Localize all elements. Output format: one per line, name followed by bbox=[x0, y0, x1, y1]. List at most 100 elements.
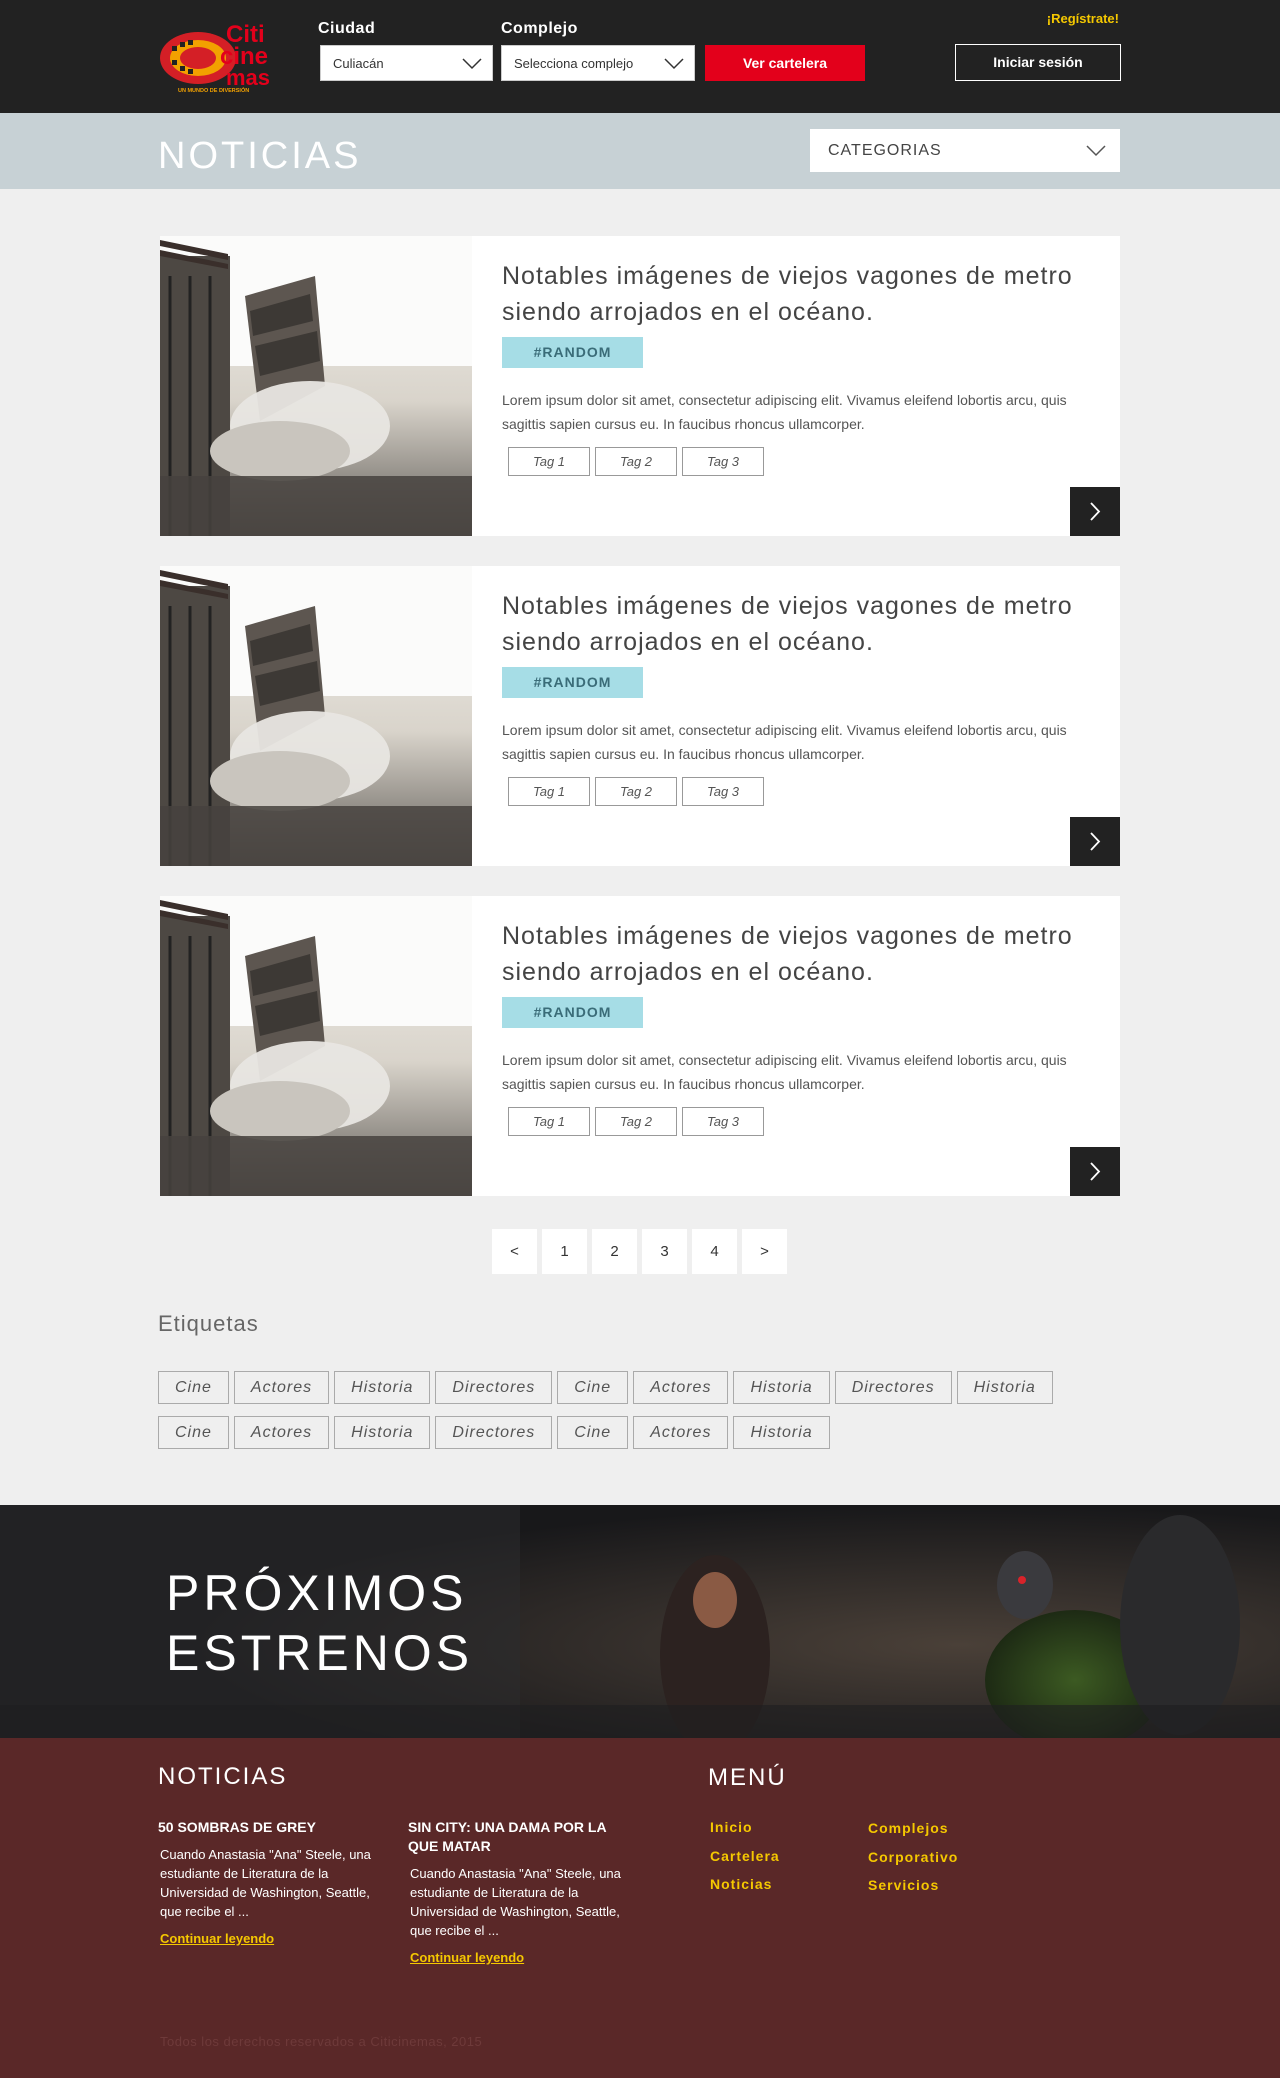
footer-menu-link-noticias[interactable]: Noticias bbox=[710, 1876, 780, 1905]
article-excerpt: Lorem ipsum dolor sit amet, consectetur … bbox=[502, 1052, 1067, 1092]
article-category-badge[interactable]: #RANDOM bbox=[502, 667, 643, 698]
tag-chip[interactable]: Cine bbox=[158, 1371, 229, 1404]
city-select-value: Culiacán bbox=[333, 56, 384, 71]
article-tag[interactable]: Tag 1 bbox=[508, 447, 590, 476]
footer-menu-col1: Inicio Cartelera Noticias bbox=[710, 1819, 780, 1905]
footer-news-title: NOTICIAS bbox=[158, 1763, 288, 1790]
tag-chip[interactable]: Historia bbox=[334, 1371, 431, 1404]
page-1-button[interactable]: 1 bbox=[542, 1229, 587, 1274]
complex-label: Complejo bbox=[501, 20, 578, 37]
article-tag[interactable]: Tag 1 bbox=[508, 777, 590, 806]
footer-news-item-excerpt: Cuando Anastasia "Ana" Steele, una estud… bbox=[160, 1847, 371, 1919]
news-article-card[interactable]: Notables imágenes de viejos vagones de m… bbox=[160, 236, 1120, 536]
login-button[interactable]: Iniciar sesión bbox=[955, 44, 1121, 81]
complex-select-value: Selecciona complejo bbox=[514, 56, 634, 71]
footer-news-item-excerpt: Cuando Anastasia "Ana" Steele, una estud… bbox=[410, 1866, 621, 1938]
categories-label: CATEGORIAS bbox=[828, 142, 942, 159]
tag-chip[interactable]: Cine bbox=[158, 1416, 229, 1449]
upcoming-title: PRÓXIMOS ESTRENOS bbox=[166, 1563, 473, 1683]
footer-menu-col2: Complejos Corporativo Servicios bbox=[868, 1820, 958, 1906]
footer-menu-link-corporativo[interactable]: Corporativo bbox=[868, 1849, 958, 1878]
article-excerpt: Lorem ipsum dolor sit amet, consectetur … bbox=[502, 722, 1067, 762]
article-tag[interactable]: Tag 2 bbox=[595, 1107, 677, 1136]
footer-news-item-title: SIN CITY: UNA DAMA POR LA QUE MATAR bbox=[408, 1819, 607, 1854]
tag-chip[interactable]: Actores bbox=[233, 1416, 330, 1449]
news-title-bar: NOTICIAS CATEGORIAS bbox=[0, 113, 1280, 189]
logo-mas: mas bbox=[226, 65, 270, 90]
page-title: NOTICIAS bbox=[158, 135, 362, 177]
page-prev-button[interactable]: < bbox=[492, 1229, 537, 1274]
page-next-button[interactable]: > bbox=[742, 1229, 787, 1274]
news-article-card[interactable]: Notables imágenes de viejos vagones de m… bbox=[160, 896, 1120, 1196]
show-listings-button[interactable]: Ver cartelera bbox=[705, 45, 865, 81]
logo-tagline: UN MUNDO DE DIVERSIÓN bbox=[178, 86, 249, 94]
footer-menu-link-inicio[interactable]: Inicio bbox=[710, 1819, 780, 1848]
tag-chip[interactable]: Historia bbox=[733, 1416, 830, 1449]
article-excerpt: Lorem ipsum dolor sit amet, consectetur … bbox=[502, 392, 1067, 432]
upcoming-releases-banner[interactable]: PRÓXIMOS ESTRENOS bbox=[0, 1505, 1280, 1738]
footer-news-item-title: 50 SOMBRAS DE GREY bbox=[158, 1819, 316, 1835]
article-tags: Tag 1 Tag 2 Tag 3 bbox=[508, 777, 769, 806]
article-title[interactable]: Notables imágenes de viejos vagones de m… bbox=[502, 258, 1082, 330]
chevron-down-icon bbox=[462, 58, 482, 70]
citicinemas-logo[interactable]: Citi cine mas UN MUNDO DE DIVERSIÓN bbox=[158, 16, 290, 94]
article-image[interactable] bbox=[160, 236, 472, 536]
continue-reading-link[interactable]: Continuar leyendo bbox=[408, 1950, 524, 1965]
article-tag[interactable]: Tag 3 bbox=[682, 777, 764, 806]
pagination: <1 2 3 4 > bbox=[492, 1229, 792, 1274]
article-tags: Tag 1 Tag 2 Tag 3 bbox=[508, 1107, 769, 1136]
tag-chip[interactable]: Historia bbox=[733, 1371, 830, 1404]
tag-chip[interactable]: Directores bbox=[435, 1371, 553, 1404]
article-category-badge[interactable]: #RANDOM bbox=[502, 337, 643, 368]
register-link[interactable]: ¡Regístrate! bbox=[1047, 11, 1119, 26]
article-tag[interactable]: Tag 3 bbox=[682, 1107, 764, 1136]
footer-menu-link-servicios[interactable]: Servicios bbox=[868, 1877, 958, 1906]
categories-dropdown[interactable]: CATEGORIAS bbox=[810, 129, 1120, 172]
page-4-button[interactable]: 4 bbox=[692, 1229, 737, 1274]
footer-menu-title: MENÚ bbox=[708, 1764, 787, 1791]
footer-news-item: 50 SOMBRAS DE GREY Cuando Anastasia "Ana… bbox=[158, 1818, 388, 1948]
tag-chip[interactable]: Directores bbox=[435, 1416, 553, 1449]
article-image[interactable] bbox=[160, 896, 472, 1196]
copyright-text: Todos los derechos reservados a Citicine… bbox=[160, 2034, 483, 2049]
tags-section-title: Etiquetas bbox=[158, 1311, 259, 1336]
tag-chip[interactable]: Actores bbox=[633, 1371, 729, 1404]
footer-menu-link-cartelera[interactable]: Cartelera bbox=[710, 1848, 780, 1877]
footer-news-item: SIN CITY: UNA DAMA POR LA QUE MATAR Cuan… bbox=[408, 1818, 638, 1967]
tag-chip[interactable]: Actores bbox=[633, 1416, 729, 1449]
read-more-button[interactable] bbox=[1070, 1147, 1120, 1196]
chevron-right-icon bbox=[1090, 502, 1101, 521]
continue-reading-link[interactable]: Continuar leyendo bbox=[158, 1931, 274, 1946]
article-category-badge[interactable]: #RANDOM bbox=[502, 997, 643, 1028]
upcoming-title-line1: PRÓXIMOS bbox=[166, 1565, 468, 1621]
tag-chip[interactable]: Directores bbox=[834, 1371, 952, 1404]
read-more-button[interactable] bbox=[1070, 817, 1120, 866]
tag-chip[interactable]: Cine bbox=[557, 1416, 629, 1449]
news-article-card[interactable]: Notables imágenes de viejos vagones de m… bbox=[160, 566, 1120, 866]
article-tag[interactable]: Tag 1 bbox=[508, 1107, 590, 1136]
chevron-right-icon bbox=[1090, 1162, 1101, 1181]
article-title[interactable]: Notables imágenes de viejos vagones de m… bbox=[502, 918, 1082, 990]
chevron-right-icon bbox=[1090, 832, 1101, 851]
tag-chip[interactable]: Historia bbox=[956, 1371, 1053, 1404]
page-2-button[interactable]: 2 bbox=[592, 1229, 637, 1274]
article-title[interactable]: Notables imágenes de viejos vagones de m… bbox=[502, 588, 1082, 660]
chevron-down-icon bbox=[1086, 145, 1106, 157]
tag-chip[interactable]: Cine bbox=[557, 1371, 629, 1404]
page-3-button[interactable]: 3 bbox=[642, 1229, 687, 1274]
tag-chip[interactable]: Historia bbox=[334, 1416, 431, 1449]
site-footer: NOTICIAS 50 SOMBRAS DE GREY Cuando Anast… bbox=[0, 1738, 1280, 2078]
footer-menu-link-complejos[interactable]: Complejos bbox=[868, 1820, 958, 1849]
site-header: Citi cine mas UN MUNDO DE DIVERSIÓN Ciud… bbox=[0, 0, 1280, 113]
city-select[interactable]: Culiacán bbox=[320, 45, 493, 81]
read-more-button[interactable] bbox=[1070, 487, 1120, 536]
city-label: Ciudad bbox=[318, 20, 376, 37]
article-tag[interactable]: Tag 2 bbox=[595, 447, 677, 476]
tag-chip[interactable]: Actores bbox=[233, 1371, 330, 1404]
tag-cloud: Cine Actores Historia Directores Cine Actores… bbox=[158, 1371, 1098, 1461]
article-tag[interactable]: Tag 3 bbox=[682, 447, 764, 476]
article-tag[interactable]: Tag 2 bbox=[595, 777, 677, 806]
complex-select[interactable]: Selecciona complejo bbox=[501, 45, 695, 81]
article-image[interactable] bbox=[160, 566, 472, 866]
upcoming-title-line2: ESTRENOS bbox=[166, 1625, 474, 1681]
